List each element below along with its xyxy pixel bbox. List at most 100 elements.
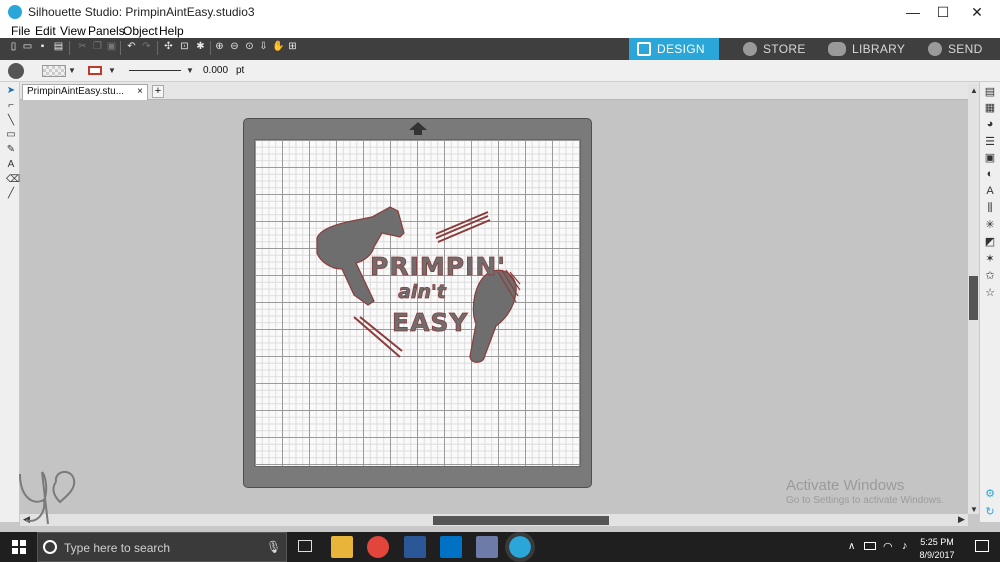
design-text-primpin[interactable]: PRIMPIN' (370, 252, 506, 282)
design-page-icon[interactable]: ▦ (984, 102, 996, 114)
windows-start-icon[interactable] (12, 540, 26, 554)
zoom-in-icon[interactable]: ⊕ (214, 41, 225, 52)
battery-icon[interactable] (864, 542, 876, 550)
fill-color-swatch[interactable] (42, 65, 66, 77)
chevron-down-icon[interactable]: ▼ (68, 66, 76, 75)
text-style-icon[interactable]: A (984, 185, 996, 197)
line-tool-icon[interactable]: ╲ (6, 116, 16, 126)
open-folder-icon[interactable]: ▭ (22, 41, 33, 52)
print-icon[interactable]: ▤ (53, 41, 64, 52)
design-text-aint[interactable]: ain't (392, 281, 452, 304)
palette-icon[interactable] (8, 63, 24, 79)
mat-grid[interactable] (254, 139, 581, 467)
save-icon[interactable]: ▪ (37, 41, 48, 52)
chevron-down-icon[interactable]: ▼ (108, 66, 116, 75)
cut-icon[interactable]: ✂ (77, 41, 88, 52)
show-hidden-icons-icon[interactable]: ∧ (848, 541, 855, 552)
offset-icon[interactable]: ✶ (984, 253, 996, 265)
microphone-icon[interactable]: 🎙 (266, 540, 281, 554)
fit-to-page-icon[interactable]: ⇩ (258, 41, 269, 52)
store-icon (743, 42, 757, 56)
menu-file[interactable]: File (11, 24, 30, 38)
replicate-icon[interactable]: ✳ (984, 219, 996, 231)
scroll-down-icon[interactable]: ▼ (970, 505, 978, 514)
select-all-icon[interactable]: ✣ (163, 41, 174, 52)
menu-panels[interactable]: Panels (88, 24, 125, 38)
trace-icon[interactable]: ✩ (984, 270, 996, 282)
toolbar-divider (120, 41, 121, 55)
horizontal-scroll-thumb[interactable] (433, 516, 609, 525)
pan-hand-icon[interactable]: ✋ (272, 41, 284, 52)
refresh-icon[interactable]: ↻ (984, 506, 996, 518)
clock-date[interactable]: 8/9/2017 (913, 550, 961, 560)
line-style-icon[interactable]: ☰ (984, 136, 996, 148)
clock-time[interactable]: 5:25 PM (913, 537, 961, 547)
tab-design[interactable]: DESIGN (629, 38, 719, 60)
file-explorer-icon[interactable] (331, 536, 353, 558)
close-button[interactable]: ✕ (954, 0, 1000, 24)
redo-icon[interactable]: ↷ (141, 41, 152, 52)
align-icon[interactable]: ⫼ (984, 202, 996, 214)
undo-icon[interactable]: ↶ (126, 41, 137, 52)
vertical-scroll-thumb[interactable] (969, 276, 978, 320)
activate-windows-subtitle: Go to Settings to activate Windows. (786, 495, 944, 506)
app-installer-icon[interactable] (476, 536, 498, 558)
scroll-up-icon[interactable]: ▲ (970, 86, 978, 95)
paste-icon[interactable]: ▣ (106, 41, 117, 52)
modify-icon[interactable]: ◩ (984, 236, 996, 248)
cortana-icon[interactable] (43, 540, 57, 554)
eraser-tool-icon[interactable]: ⌫ (6, 175, 20, 185)
zoom-box-icon[interactable]: ⊙ (244, 41, 255, 52)
add-tab-button[interactable]: + (152, 85, 164, 98)
volume-icon[interactable]: ♪ (902, 540, 908, 552)
checkmark-icon (928, 42, 942, 56)
star-icon[interactable]: ☆ (984, 287, 996, 299)
line-weight-input[interactable]: 0.000 (203, 65, 228, 76)
menu-view[interactable]: View (60, 24, 86, 38)
silhouette-taskbar-icon[interactable] (505, 532, 535, 562)
knife-tool-icon[interactable]: ╱ (6, 189, 16, 199)
rectangle-tool-icon[interactable]: ▭ (6, 130, 16, 140)
close-tab-icon[interactable]: × (137, 85, 143, 99)
design-text-easy[interactable]: EASY (392, 308, 468, 338)
tab-store[interactable]: STORE (735, 38, 815, 60)
task-view-icon[interactable] (298, 540, 312, 552)
menu-object[interactable]: Object (123, 24, 158, 38)
select-arrow-icon[interactable]: ➤ (6, 86, 16, 96)
settings-gear-icon[interactable]: ⚙ (984, 488, 996, 500)
hair-brush-shape[interactable] (460, 266, 524, 368)
wifi-icon[interactable]: ◠ (883, 540, 893, 553)
transparency-icon[interactable]: ◐ (984, 168, 996, 180)
delete-icon[interactable]: ✱ (195, 41, 206, 52)
tab-library[interactable]: LIBRARY (820, 38, 910, 60)
pen-tool-icon[interactable]: ✎ (6, 145, 16, 155)
outlook-icon[interactable] (440, 536, 462, 558)
point-edit-icon[interactable]: ⌐ (6, 101, 16, 111)
fill-pattern-icon[interactable]: ▣ (984, 152, 996, 164)
text-tool-icon[interactable]: A (6, 160, 16, 170)
line-color-swatch[interactable] (88, 66, 102, 75)
toolbar-divider (69, 41, 70, 55)
menu-bar: File Edit View Panels Object Help (0, 24, 1000, 38)
copy-icon[interactable]: ❐ (92, 41, 103, 52)
menu-help[interactable]: Help (159, 24, 184, 38)
deselect-icon[interactable]: ⊡ (179, 41, 190, 52)
document-tab[interactable]: PrimpinAintEasy.stu... × (22, 84, 148, 100)
window-title: Silhouette Studio: PrimpinAintEasy.studi… (28, 5, 255, 19)
zoom-out-icon[interactable]: ⊖ (229, 41, 240, 52)
chrome-icon[interactable] (367, 536, 389, 558)
fill-color-icon[interactable]: ◕ (984, 118, 996, 130)
page-setup-icon[interactable]: ▤ (984, 86, 996, 98)
scroll-right-icon[interactable]: ▶ (958, 514, 965, 525)
action-center-icon[interactable] (975, 540, 989, 552)
chevron-down-icon[interactable]: ▼ (186, 66, 194, 75)
line-style-preview[interactable] (129, 70, 181, 71)
bobby-pins-top-shape[interactable] (432, 208, 494, 248)
tab-send[interactable]: SEND (920, 38, 998, 60)
menu-edit[interactable]: Edit (35, 24, 56, 38)
new-document-icon[interactable]: ▯ (8, 41, 19, 52)
word-icon[interactable] (404, 536, 426, 558)
grid-snap-icon[interactable]: ⊞ (287, 41, 298, 52)
cloud-icon (828, 42, 846, 56)
toolbar-divider (210, 41, 211, 55)
